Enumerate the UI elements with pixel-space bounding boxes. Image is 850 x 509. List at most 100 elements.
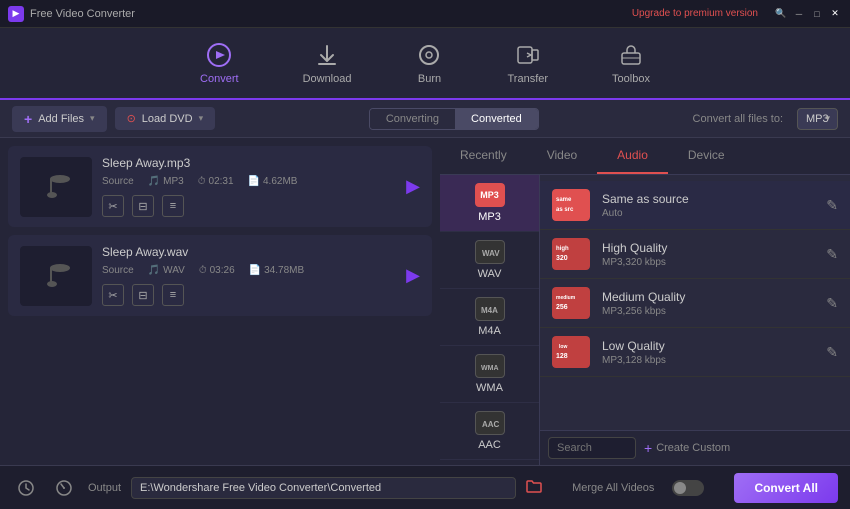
load-dvd-dropdown-arrow: ▾ [199, 113, 204, 124]
create-custom-label: Create Custom [656, 442, 730, 454]
cut-btn-1[interactable]: ✂ [102, 195, 124, 217]
file-info-1: Sleep Away.mp3 Source 🎵 MP3 ⏱ 02:31 📄 [102, 156, 396, 217]
create-plus-icon: + [644, 440, 652, 456]
output-path-input[interactable] [131, 477, 516, 499]
quality-edit-low[interactable]: ✎ [826, 344, 838, 361]
nav-item-burn[interactable]: Burn [403, 33, 455, 93]
toolbar: + Add Files ▾ ⊙ Load DVD ▾ Converting Co… [0, 100, 850, 138]
converting-tab[interactable]: Converting [370, 109, 455, 129]
close-btn[interactable]: ✕ [828, 7, 842, 21]
quality-info-source: Same as source Auto [602, 192, 814, 219]
quality-item-medium[interactable]: medium256 Medium Quality MP3,256 kbps ✎ [540, 279, 850, 328]
aac-icon: AAC [475, 411, 505, 435]
file-name-2: Sleep Away.wav [102, 245, 396, 259]
tab-audio[interactable]: Audio [597, 138, 668, 174]
create-custom-button[interactable]: + Create Custom [644, 440, 730, 456]
m4a-icon: M4A [475, 297, 505, 321]
quality-item-high[interactable]: high320 High Quality MP3,320 kbps ✎ [540, 230, 850, 279]
merge-toggle[interactable] [672, 480, 704, 496]
edit-btn-2[interactable]: ⊟ [132, 284, 154, 306]
tab-device[interactable]: Device [668, 138, 745, 174]
format-item-flac[interactable]: FLAC FLAC [440, 460, 539, 465]
minimize-btn[interactable]: ─ [792, 7, 806, 21]
quality-name-medium: Medium Quality [602, 290, 814, 304]
format-item-wma[interactable]: WMA WMA [440, 346, 539, 403]
merge-all-label: Merge All Videos [572, 482, 654, 494]
search-btn[interactable]: 🔍 [774, 7, 788, 21]
tab-recently[interactable]: Recently [440, 138, 527, 174]
quality-item-low[interactable]: low128 Low Quality MP3,128 kbps ✎ [540, 328, 850, 377]
quality-item-source[interactable]: sameas src Same as source Auto ✎ [540, 181, 850, 230]
svg-text:320: 320 [556, 255, 568, 262]
convert-icon [205, 41, 233, 69]
nav-item-convert[interactable]: Convert [188, 33, 251, 93]
format-search-input[interactable] [548, 437, 636, 459]
quality-edit-medium[interactable]: ✎ [826, 295, 838, 312]
file-size-1: 📄 4.62MB [248, 176, 298, 187]
converted-tab[interactable]: Converted [455, 109, 538, 129]
tab-video[interactable]: Video [527, 138, 597, 174]
format-icon-2: 🎵 [148, 265, 160, 276]
history-button[interactable] [12, 474, 40, 502]
download-icon [313, 41, 341, 69]
file-duration-text-2: 03:26 [210, 265, 235, 276]
disc-icon: ⊙ [127, 112, 136, 125]
restore-btn[interactable]: □ [810, 7, 824, 21]
speed-button[interactable] [50, 474, 78, 502]
title-bar-right: Upgrade to premium version 🔍 ─ □ ✕ [632, 7, 842, 21]
file-list: Sleep Away.mp3 Source 🎵 MP3 ⏱ 02:31 📄 [0, 138, 440, 465]
format-icon-1: 🎵 [148, 176, 160, 187]
bottom-bar: Output Merge All Videos Convert All [0, 465, 850, 509]
quality-info-low: Low Quality MP3,128 kbps [602, 339, 814, 366]
svg-text:M4A: M4A [481, 306, 498, 315]
settings-btn-1[interactable]: ≡ [162, 195, 184, 217]
file-arrow-1: ▶ [406, 176, 420, 197]
title-bar: ▶ Free Video Converter Upgrade to premiu… [0, 0, 850, 28]
add-files-dropdown-arrow: ▾ [90, 113, 95, 124]
add-files-button[interactable]: + Add Files ▾ [12, 106, 107, 132]
format-item-m4a[interactable]: M4A M4A [440, 289, 539, 346]
cut-btn-2[interactable]: ✂ [102, 284, 124, 306]
app-title: Free Video Converter [30, 8, 135, 20]
m4a-label: M4A [478, 325, 501, 337]
quality-name-low: Low Quality [602, 339, 814, 353]
file-arrow-2: ▶ [406, 265, 420, 286]
quality-info-medium: Medium Quality MP3,256 kbps [602, 290, 814, 317]
format-item-mp3[interactable]: MP3 MP3 [440, 175, 539, 232]
burn-icon [415, 41, 443, 69]
wma-label: WMA [476, 382, 503, 394]
quality-thumb-low: low128 [552, 336, 590, 368]
format-item-aac[interactable]: AAC AAC [440, 403, 539, 460]
upgrade-link[interactable]: Upgrade to premium version [632, 8, 758, 19]
quality-detail-low: MP3,128 kbps [602, 355, 814, 366]
quality-edit-source[interactable]: ✎ [826, 197, 838, 214]
file-source-label-2: Source [102, 265, 134, 276]
output-label: Output [88, 482, 121, 494]
file-thumb-1 [20, 157, 92, 217]
main-content: Sleep Away.mp3 Source 🎵 MP3 ⏱ 02:31 📄 [0, 138, 850, 465]
convert-all-button[interactable]: Convert All [734, 473, 838, 503]
nav-item-transfer[interactable]: Transfer [495, 33, 560, 93]
quality-name-source: Same as source [602, 192, 814, 206]
output-folder-button[interactable] [526, 479, 542, 496]
svg-text:WAV: WAV [482, 249, 500, 258]
nav-item-download[interactable]: Download [291, 33, 364, 93]
file-item-1: Sleep Away.mp3 Source 🎵 MP3 ⏱ 02:31 📄 [8, 146, 432, 227]
quality-thumb-high: high320 [552, 238, 590, 270]
quality-edit-high[interactable]: ✎ [826, 246, 838, 263]
nav-item-toolbox[interactable]: Toolbox [600, 33, 662, 93]
file-icon-2: 📄 [249, 265, 261, 276]
clock-icon-2: ⏱ [199, 265, 207, 276]
convert-format-select[interactable]: MP3 [797, 108, 838, 130]
file-item-2: Sleep Away.wav Source 🎵 WAV ⏱ 03:26 📄 [8, 235, 432, 316]
nav-bar: Convert Download Burn Transfer [0, 28, 850, 100]
format-item-wav[interactable]: WAV WAV [440, 232, 539, 289]
nav-label-transfer: Transfer [507, 73, 548, 85]
edit-btn-1[interactable]: ⊟ [132, 195, 154, 217]
file-source-text-1: Source [102, 176, 134, 187]
settings-btn-2[interactable]: ≡ [162, 284, 184, 306]
load-dvd-button[interactable]: ⊙ Load DVD ▾ [115, 107, 216, 130]
format-content: MP3 MP3 WAV WAV M4A M4A W [440, 175, 850, 465]
file-size-text-2: 34.78MB [264, 265, 304, 276]
quality-list: sameas src Same as source Auto ✎ high320 [540, 175, 850, 430]
